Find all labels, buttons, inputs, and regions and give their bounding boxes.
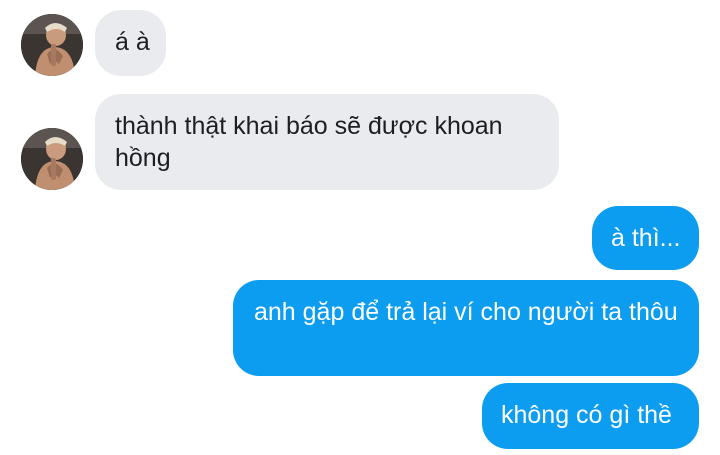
contact-avatar[interactable] bbox=[21, 14, 83, 76]
outgoing-message-bubble[interactable]: anh gặp để trả lại ví cho người ta thôu bbox=[233, 280, 699, 376]
incoming-message-bubble[interactable]: á à bbox=[95, 10, 166, 76]
message-text: thành thật khai báo sẽ được khoan hồng bbox=[115, 112, 503, 172]
message-text: á à bbox=[115, 28, 150, 56]
message-text: không có gì thề bbox=[501, 401, 672, 429]
message-text: à thì... bbox=[611, 224, 681, 252]
incoming-message-bubble[interactable]: thành thật khai báo sẽ được khoan hồng bbox=[95, 94, 559, 190]
message-text: anh gặp để trả lại ví cho người ta thôu bbox=[254, 298, 678, 326]
contact-avatar[interactable] bbox=[21, 128, 83, 190]
profile-photo-icon bbox=[21, 128, 83, 190]
outgoing-message-bubble[interactable]: à thì... bbox=[592, 206, 699, 270]
profile-photo-icon bbox=[21, 14, 83, 76]
outgoing-message-bubble[interactable]: không có gì thề bbox=[482, 383, 699, 449]
